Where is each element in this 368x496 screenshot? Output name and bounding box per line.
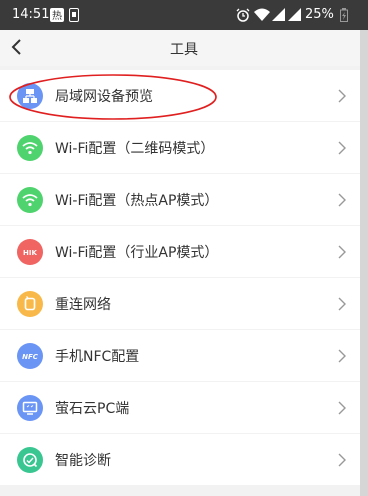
svg-text:热: 热 <box>52 9 62 22</box>
status-time: 14:51 <box>12 7 50 22</box>
wifi-icon <box>17 187 43 213</box>
list-item-label: Wi-Fi配置（热点AP模式） <box>55 193 219 209</box>
chevron-right-icon <box>338 88 346 107</box>
page-title: 工具 <box>170 42 198 58</box>
list-item-label: Wi-Fi配置（二维码模式） <box>55 141 215 157</box>
battery-icon <box>340 8 348 26</box>
pc-monitor-icon <box>17 395 43 421</box>
chevron-right-icon <box>338 296 346 315</box>
alarm-icon <box>236 8 250 26</box>
list-item-label: 萤石云PC端 <box>55 401 130 417</box>
chevron-right-icon <box>338 244 346 263</box>
nfc-icon: NFC <box>17 343 43 369</box>
lan-device-icon <box>17 83 43 109</box>
chevron-right-icon <box>338 400 346 419</box>
list-item-label: 重连网络 <box>55 297 111 313</box>
list-item-wifi-hotspot-ap[interactable]: Wi-Fi配置（热点AP模式） <box>0 174 368 225</box>
scroll-edge <box>360 30 368 496</box>
list-item-label: 局域网设备预览 <box>55 89 153 105</box>
svg-text:NFC: NFC <box>22 353 39 361</box>
list-item-wifi-industry-ap[interactable]: HIK Wi-Fi配置（行业AP模式） <box>0 226 368 277</box>
list-item-lan-device-preview[interactable]: 局域网设备预览 <box>0 70 368 121</box>
signal-icon <box>272 8 285 26</box>
hik-icon: HIK <box>17 239 43 265</box>
chevron-right-icon <box>338 192 346 211</box>
battery-percent: 25% <box>305 7 334 22</box>
sim-icon <box>69 8 79 26</box>
wifi-icon <box>254 8 270 26</box>
wifi-icon <box>17 135 43 161</box>
hot-app-icon: 热 <box>50 8 64 26</box>
list-item-label: 智能诊断 <box>55 453 111 469</box>
reconnect-icon <box>17 291 43 317</box>
list-item-smart-diagnose[interactable]: 智能诊断 <box>0 434 368 485</box>
diagnose-icon <box>17 447 43 473</box>
chevron-right-icon <box>338 140 346 159</box>
list-item-wifi-qrcode[interactable]: Wi-Fi配置（二维码模式） <box>0 122 368 173</box>
list-item-reconnect-network[interactable]: 重连网络 <box>0 278 368 329</box>
signal-icon <box>288 8 301 26</box>
chevron-right-icon <box>338 452 346 471</box>
list-item-ezviz-pc[interactable]: 萤石云PC端 <box>0 382 368 433</box>
list-item-label: Wi-Fi配置（行业AP模式） <box>55 245 219 261</box>
app-header: 工具 <box>0 30 368 66</box>
list-item-phone-nfc[interactable]: NFC 手机NFC配置 <box>0 330 368 381</box>
list-item-label: 手机NFC配置 <box>55 349 140 365</box>
chevron-right-icon <box>338 348 346 367</box>
tool-list: 局域网设备预览 Wi-Fi配置（二维码模式） Wi-Fi配置（热点AP模式） H… <box>0 70 368 486</box>
status-bar: 14:51 热 25% <box>0 0 368 30</box>
svg-text:HIK: HIK <box>23 249 37 257</box>
